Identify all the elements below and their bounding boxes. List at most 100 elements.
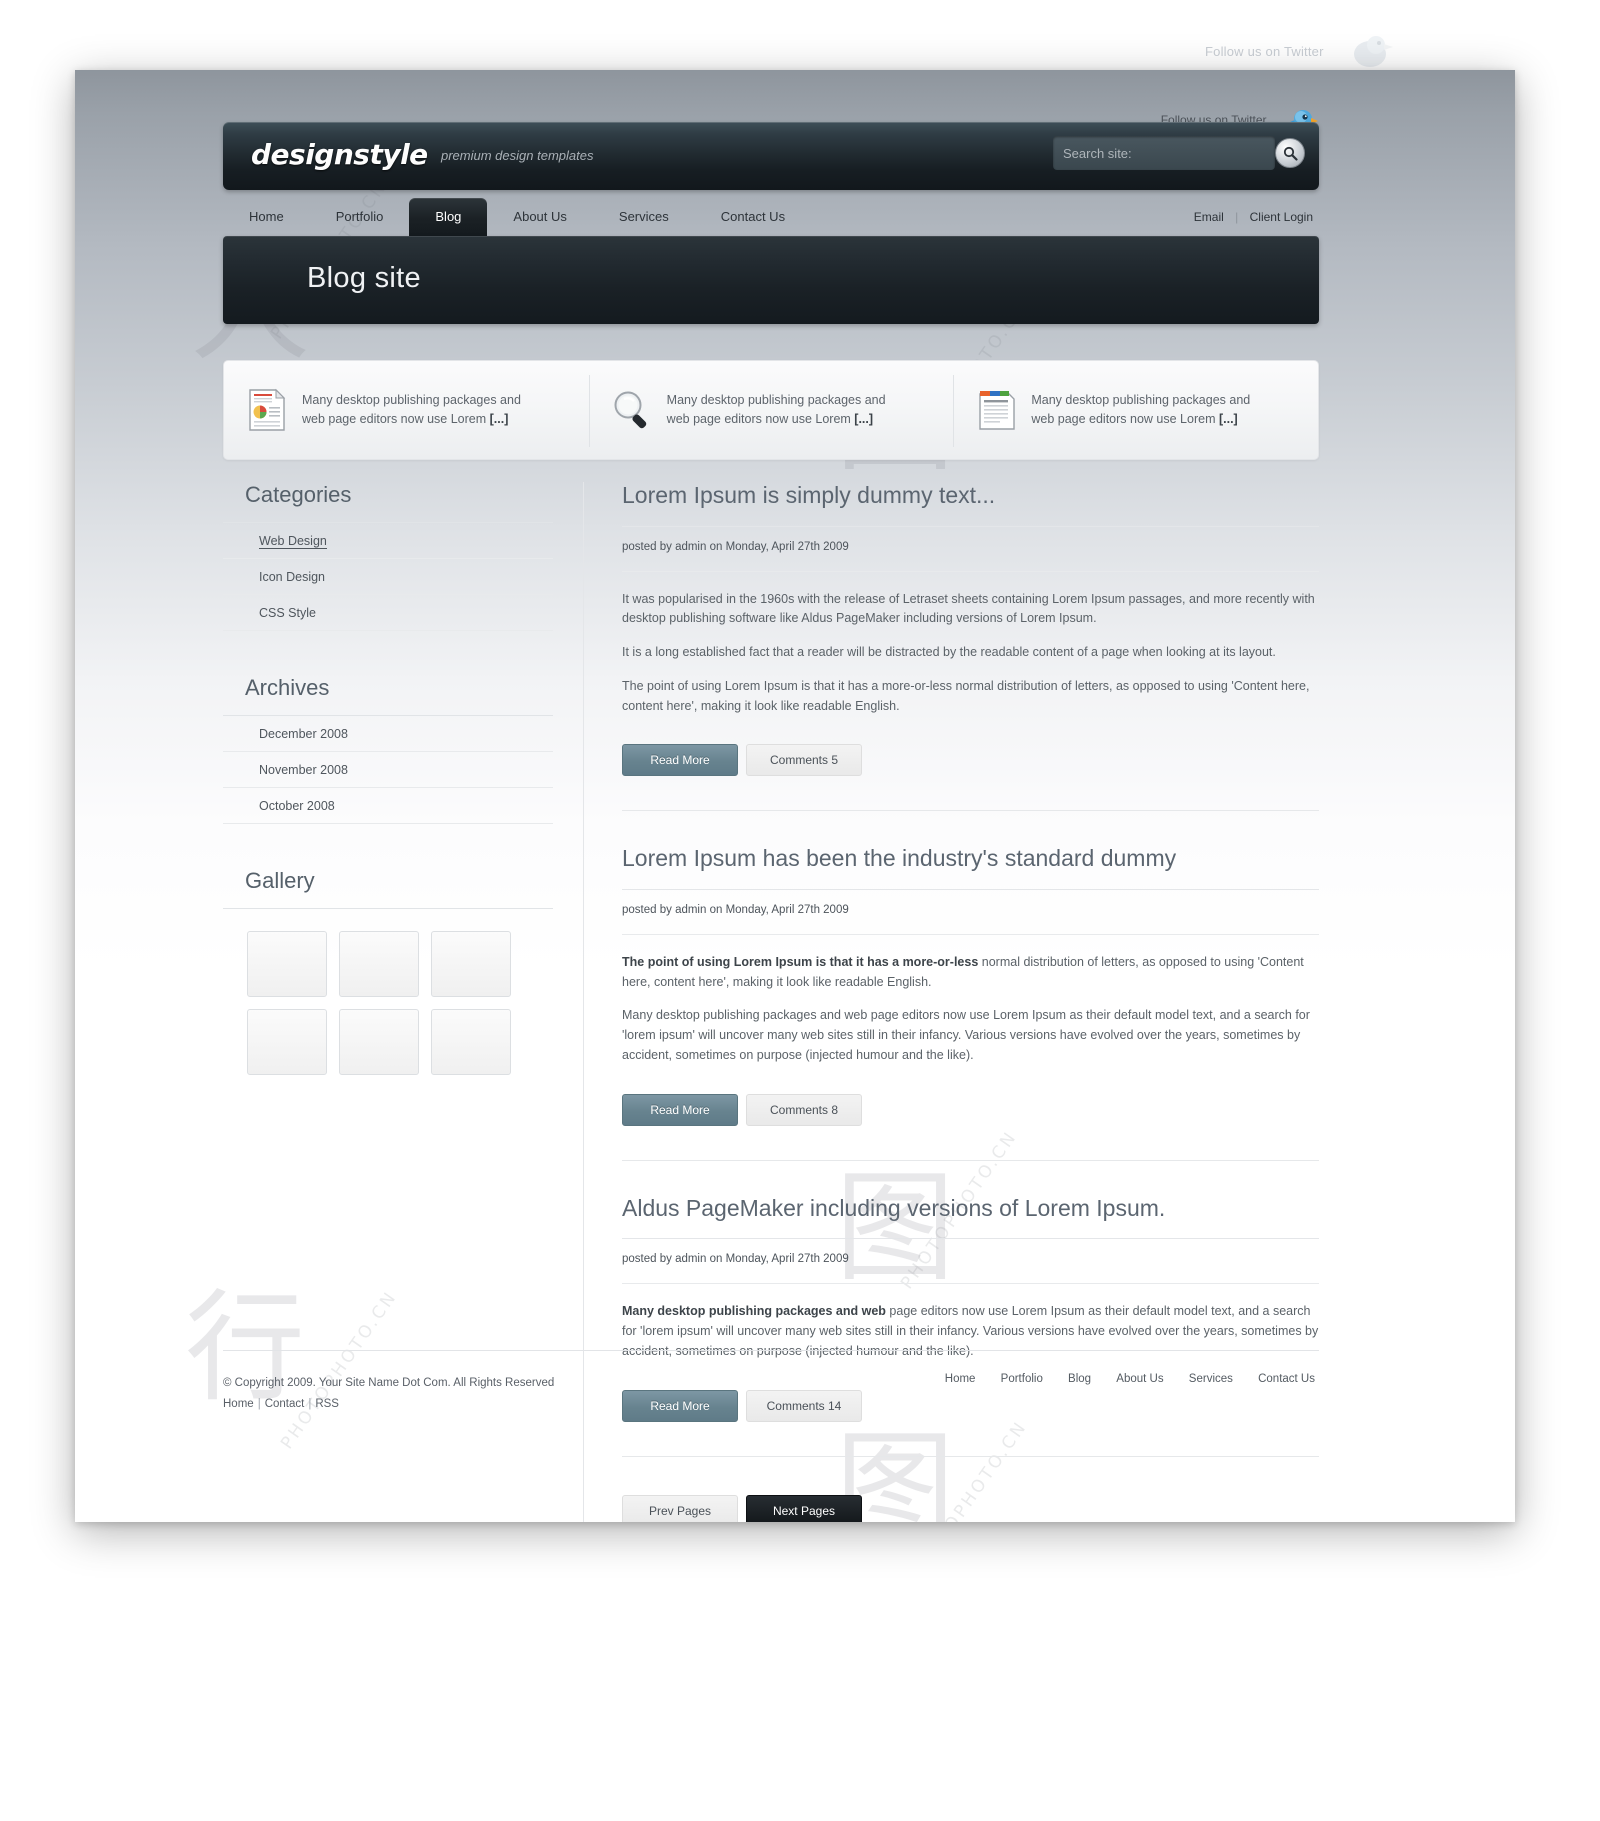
feature-text-3: Many desktop publishing packages and web… [1031,391,1250,430]
tagline: premium design templates [441,148,594,163]
footer-nav-blog[interactable]: Blog [1068,1373,1091,1385]
feature-more-link[interactable]: [...] [490,412,509,426]
nav-utility-links: Email | Client Login [1194,198,1313,236]
document-chart-icon [249,388,286,431]
sidebar-item-label: December 2008 [259,727,348,741]
search-button[interactable] [1275,138,1305,168]
gallery-thumb[interactable] [339,931,419,997]
post-paragraph: The point of using Lorem Ipsum is that i… [622,953,1319,993]
browser-window-icon [979,391,1016,430]
prev-pages-button[interactable]: Prev Pages [622,1494,738,1522]
blog-post: Lorem Ipsum has been the industry's stan… [622,845,1319,1161]
gallery-thumb[interactable] [431,931,511,997]
pagination: Prev Pages Next Pages [622,1471,1319,1522]
sidebar-heading-gallery: Gallery [223,868,553,909]
feature-line-1: Many desktop publishing packages and [1031,392,1251,407]
sidebar-archive-list: December 2008 November 2008 October 2008 [223,716,553,824]
sidebar-item-label: CSS Style [259,606,316,620]
gallery-grid [223,931,553,1075]
sidebar: Categories Web Design Icon Design CSS St… [223,482,553,1075]
feature-text-1: Many desktop publishing packages and web… [302,391,521,430]
footer-nav-services[interactable]: Services [1189,1373,1233,1385]
site-frame: PHOTOPHOTO.CN PHOTOPHOTO.CN PHOTOPHOTO.C… [75,70,1515,1522]
main-nav: Home Portfolio Blog About Us Services Co… [223,198,1319,236]
sidebar-item-css-style[interactable]: CSS Style [223,595,553,631]
watermark-twitter-bird-icon [1354,36,1393,67]
nav-link-client-login[interactable]: Client Login [1250,210,1313,224]
post-title[interactable]: Aldus PageMaker including versions of Lo… [622,1195,1319,1240]
post-actions: Read More Comments 5 [622,730,1319,777]
nav-item-contact-us[interactable]: Contact Us [695,198,811,236]
post-paragraph-text: It was popularised in the 1960s with the… [622,591,1315,626]
sidebar-category-list: Web Design Icon Design CSS Style [223,523,553,631]
post-paragraph-text: The point of using Lorem Ipsum is that i… [622,678,1310,713]
footer-links: Home | Contact | RSS [223,1394,1319,1415]
sidebar-item-label: October 2008 [259,799,335,813]
gallery-thumb[interactable] [247,1009,327,1075]
footer-link-rss[interactable]: RSS [315,1398,339,1410]
feature-line-2: web page editors now use Lorem [1031,412,1219,426]
feature-line-1: Many desktop publishing packages and [666,392,886,407]
next-pages-button[interactable]: Next Pages [746,1494,862,1522]
post-meta: posted by admin on Monday, April 27th 20… [622,1239,1319,1285]
nav-item-home[interactable]: Home [223,198,310,236]
comments-button[interactable]: Comments 5 [746,744,862,777]
sidebar-item-december-2008[interactable]: December 2008 [223,716,553,752]
post-body: The point of using Lorem Ipsum is that i… [622,935,1319,1066]
post-paragraph: Many desktop publishing packages and web… [622,1006,1319,1065]
feature-more-link[interactable]: [...] [854,412,873,426]
gallery-thumb[interactable] [339,1009,419,1075]
nav-link-email[interactable]: Email [1194,210,1224,224]
post-paragraph-bold: Many desktop publishing packages and web [622,1304,886,1319]
nav-item-blog[interactable]: Blog [409,198,488,236]
post-title[interactable]: Lorem Ipsum is simply dummy text... [622,482,1319,527]
feature-text-2: Many desktop publishing packages and web… [667,391,886,430]
page-canvas: Follow us on Twitter PHOTOPHOTO.CN PHOTO… [0,0,1600,1821]
post-title[interactable]: Lorem Ipsum has been the industry's stan… [622,845,1319,890]
feature-boxes: Many desktop publishing packages and web… [223,360,1319,460]
sidebar-item-icon-design[interactable]: Icon Design [223,559,553,595]
nav-item-about-us[interactable]: About Us [487,198,592,236]
feature-box-2[interactable]: Many desktop publishing packages and web… [588,361,954,459]
nav-separator: | [1235,210,1239,224]
post-paragraph-text: It is a long established fact that a rea… [622,645,1276,660]
feature-box-1[interactable]: Many desktop publishing packages and web… [224,361,589,459]
nav-items: Home Portfolio Blog About Us Services Co… [223,198,811,236]
footer-separator: | [257,1397,261,1410]
footer-nav-contact-us[interactable]: Contact Us [1258,1373,1315,1385]
site-header: designstyle premium design templates [223,122,1319,190]
nav-item-portfolio[interactable]: Portfolio [310,198,410,236]
post-actions: Read More Comments 8 [622,1080,1319,1126]
footer-separator: | [308,1397,312,1410]
feature-box-3[interactable]: Many desktop publishing packages and web… [953,361,1318,459]
sidebar-item-label: Icon Design [259,570,326,584]
sidebar-item-label: November 2008 [259,763,348,777]
gallery-thumb[interactable] [431,1009,511,1075]
search-container [1053,136,1305,170]
footer-nav-portfolio[interactable]: Portfolio [1001,1373,1043,1385]
read-more-button[interactable]: Read More [622,1093,738,1126]
post-divider [622,1159,1319,1161]
footer-nav-about-us[interactable]: About Us [1116,1373,1163,1385]
site-footer: © Copyright 2009. Your Site Name Dot Com… [223,1350,1319,1414]
feature-more-link[interactable]: [...] [1219,412,1238,426]
gallery-thumb[interactable] [247,931,327,997]
footer-link-home[interactable]: Home [223,1398,254,1410]
comments-button[interactable]: Comments 8 [746,1093,862,1126]
logo[interactable]: designstyle [251,138,428,171]
post-meta: posted by admin on Monday, April 27th 20… [622,890,1319,935]
sidebar-heading-archives: Archives [223,675,553,716]
search-input[interactable] [1053,136,1275,170]
footer-nav-home[interactable]: Home [945,1373,976,1385]
footer-link-contact[interactable]: Contact [265,1398,305,1410]
post-paragraph: It is a long established fact that a rea… [622,643,1319,663]
footer-nav: Home Portfolio Blog About Us Services Co… [923,1373,1315,1385]
sidebar-item-web-design[interactable]: Web Design [223,523,553,559]
sidebar-item-label: Web Design [259,534,327,549]
read-more-button[interactable]: Read More [622,744,738,777]
sidebar-item-october-2008[interactable]: October 2008 [223,788,553,824]
sidebar-item-november-2008[interactable]: November 2008 [223,752,553,788]
nav-item-services[interactable]: Services [593,198,695,236]
feature-line-2: web page editors now use Lorem [302,412,490,426]
page-title: Blog site [307,262,421,294]
